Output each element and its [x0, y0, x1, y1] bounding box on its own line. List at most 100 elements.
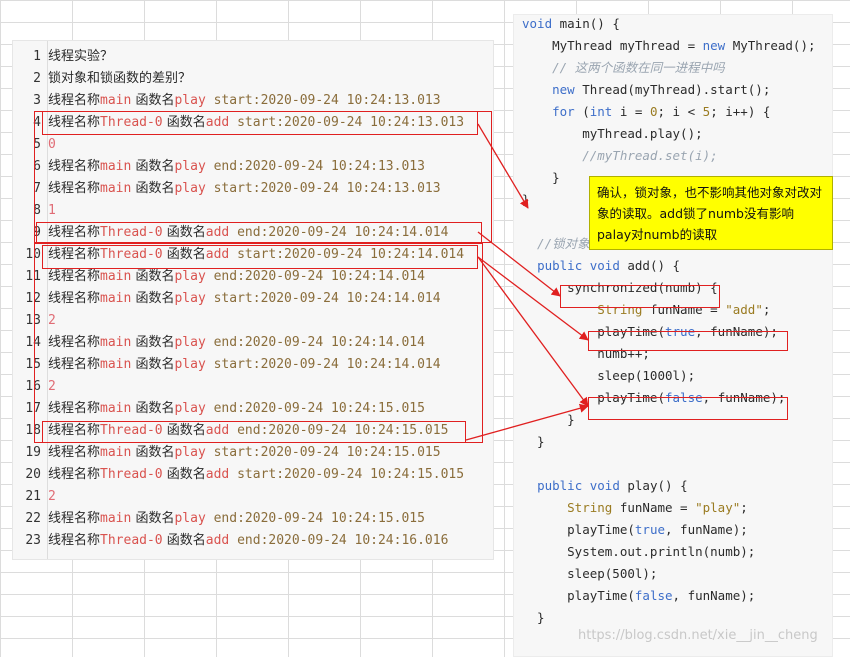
log-token: 线程名称: [48, 467, 101, 482]
line-number: 20: [25, 467, 41, 482]
line-number: 23: [25, 533, 41, 548]
log-token: 线程名称: [48, 533, 101, 548]
code-token: sleep(1000l);: [522, 368, 696, 383]
code-highlight-synchronized: [560, 285, 720, 308]
log-line-text: 2: [48, 486, 56, 508]
code-token: main() {: [552, 16, 620, 31]
code-token: // 这两个函数在同一进程中吗: [522, 60, 725, 75]
code-highlight-playtime-false: [588, 397, 788, 420]
code-token: //myThread.set(i);: [522, 148, 718, 163]
code-line: for (int i = 0; i < 5; i++) {: [522, 101, 770, 123]
log-token: start:2020-09-24 10:24:13.013: [205, 93, 441, 108]
line-number: 3: [33, 93, 41, 108]
annotation-note-text: 确认，锁对象，也不影响其他对象对改对象的读取。add锁了numb没有影响pala…: [597, 185, 823, 242]
code-token: , funName);: [665, 522, 748, 537]
code-token: ;: [762, 302, 771, 317]
code-token: for: [552, 104, 575, 119]
code-token: (: [574, 104, 590, 119]
log-token: play: [174, 511, 206, 526]
line-number: 21: [25, 489, 41, 504]
code-token: }: [522, 434, 545, 449]
log-token: 函数名: [162, 467, 206, 482]
log-highlight-line-9: [36, 222, 482, 244]
code-line: sleep(1000l);: [522, 365, 695, 387]
log-token: play: [174, 445, 206, 460]
code-token: true: [634, 522, 665, 537]
log-line: 2 锁对象和锁函数的差别？: [13, 68, 493, 90]
log-token: add: [205, 467, 230, 482]
code-token: MyThread myThread =: [522, 38, 703, 53]
code-token: ;: [740, 500, 748, 515]
log-token: 锁对象和锁函数的差别？: [48, 71, 192, 86]
code-token: false: [634, 588, 673, 603]
code-token: playTime(: [522, 522, 635, 537]
code-token: playTime(: [522, 588, 635, 603]
log-token: 函数名: [131, 445, 175, 460]
code-token: public: [537, 478, 583, 493]
code-token: , funName);: [672, 588, 756, 603]
log-line-text: 线程名称Thread-0 函数名add end:2020-09-24 10:24…: [48, 530, 448, 552]
code-token: void: [589, 258, 620, 273]
code-line: sleep(500l);: [522, 563, 657, 585]
log-line-text: 线程名称main 函数名play start:2020-09-24 10:24:…: [48, 442, 441, 464]
code-line: MyThread myThread = new MyThread();: [522, 35, 815, 57]
code-token: myThread.play();: [522, 126, 703, 141]
log-token: start:2020-09-24 10:24:15.015: [205, 445, 441, 460]
log-line-text: 线程名称main 函数名play start:2020-09-24 10:24:…: [48, 90, 441, 112]
watermark: https://blog.csdn.net/xie__jin__cheng: [578, 628, 818, 643]
code-line: new Thread(myThread).start();: [522, 79, 770, 101]
log-line: 19 线程名称main 函数名play start:2020-09-24 10:2…: [13, 442, 493, 464]
code-token: sleep(500l);: [522, 566, 658, 581]
code-token: System.out.println(numb);: [522, 544, 756, 559]
log-line: 20 线程名称Thread-0 函数名add start:2020-09-24 1…: [13, 464, 493, 486]
code-line: playTime(false, funName);: [522, 585, 755, 607]
code-line: System.out.println(numb);: [522, 541, 755, 563]
code-line: playTime(true, funName);: [522, 519, 748, 541]
log-line: 1 线程实验？: [13, 46, 493, 68]
code-token: ; i <: [657, 104, 703, 119]
log-token: 线程名称: [48, 445, 101, 460]
code-line: myThread.play();: [522, 123, 703, 145]
log-token: play: [174, 93, 206, 108]
log-token: main: [100, 93, 132, 108]
code-token: //锁对象: [522, 236, 590, 251]
code-token: play() {: [619, 478, 688, 493]
code-line: //myThread.set(i);: [522, 145, 718, 167]
log-token: 2: [48, 489, 56, 504]
code-line: //锁对象: [522, 233, 590, 255]
code-line: }: [522, 409, 575, 431]
log-token: Thread-0: [100, 467, 163, 482]
code-token: }: [522, 192, 530, 207]
annotation-note: 确认，锁对象，也不影响其他对象对改对象的读取。add锁了numb没有影响pala…: [589, 176, 833, 250]
log-token: add: [205, 533, 230, 548]
log-token: 线程名称: [48, 93, 101, 108]
code-token: void: [522, 16, 553, 31]
log-token: end:2020-09-24 10:24:15.015: [205, 511, 425, 526]
log-token: 函数名: [131, 511, 175, 526]
line-number: 19: [25, 445, 41, 460]
log-token: main: [100, 445, 132, 460]
code-highlight-playtime-true: [588, 331, 788, 351]
code-line: String funName = "play";: [522, 497, 748, 519]
code-token: }: [522, 610, 545, 625]
code-token: i =: [612, 104, 650, 119]
code-token: void: [589, 478, 620, 493]
log-line-text: 线程名称main 函数名play end:2020-09-24 10:24:15…: [48, 508, 425, 530]
code-token: }: [522, 412, 575, 427]
code-line: }: [522, 189, 530, 211]
log-token: Thread-0: [100, 533, 163, 548]
line-number: 22: [25, 511, 41, 526]
log-line: 23 线程名称Thread-0 函数名add end:2020-09-24 10:…: [13, 530, 493, 552]
code-token: "play": [695, 500, 741, 515]
log-line-text: 锁对象和锁函数的差别？: [48, 68, 191, 90]
code-token: String: [567, 500, 613, 515]
log-token: 函数名: [162, 533, 206, 548]
code-line: public void play() {: [522, 475, 688, 497]
log-highlight-lines-10-18: [34, 243, 483, 443]
code-token: int: [589, 104, 613, 119]
log-highlight-line-18: [42, 421, 466, 443]
